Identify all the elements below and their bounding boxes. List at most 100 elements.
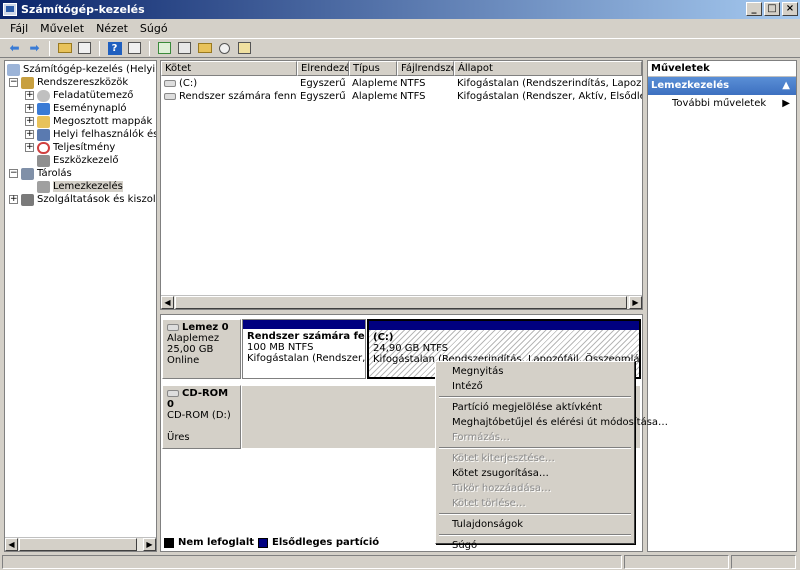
primary-partition-bar xyxy=(243,320,365,329)
ctx-delete-volume: Kötet törlése… xyxy=(452,498,526,509)
scroll-thumb[interactable] xyxy=(19,538,137,551)
console-icon[interactable] xyxy=(126,40,143,56)
expand-icon[interactable]: + xyxy=(9,195,18,204)
menu-view[interactable]: Nézet xyxy=(90,22,134,35)
partition-system-reserved[interactable]: Rendszer számára fennt 100 MB NTFS Kifog… xyxy=(242,319,366,379)
show-hide-tree-icon[interactable] xyxy=(76,40,93,56)
tree-item-shared-folders[interactable]: + Megosztott mappák xyxy=(25,115,152,128)
column-header-volume[interactable]: Kötet xyxy=(161,61,297,76)
ctx-explore[interactable]: Intéző xyxy=(438,379,632,394)
actions-title: Műveletek xyxy=(648,61,796,77)
tree-item-services[interactable]: + Szolgáltatások és kiszolgálói al xyxy=(9,193,156,206)
window-title: Számítógép-kezelés xyxy=(21,3,145,16)
disk-icon xyxy=(167,323,179,331)
users-icon xyxy=(37,128,50,141)
column-header-filesystem[interactable]: Fájlrendszer xyxy=(397,61,454,76)
ctx-properties[interactable]: Tulajdonságok xyxy=(438,517,632,532)
column-header-type[interactable]: Típus xyxy=(349,61,397,76)
search-icon[interactable] xyxy=(216,40,233,56)
tree-item-task-scheduler[interactable]: + Feladatütemező xyxy=(25,89,133,102)
minimize-button[interactable]: _ xyxy=(746,2,762,16)
table-row[interactable]: (C:) Egyszerű Alaplemez NTFS Kifogástala… xyxy=(161,77,642,90)
tree-item-performance[interactable]: + Teljesítmény xyxy=(25,141,115,154)
ctx-format: Formázás… xyxy=(452,432,510,443)
tree-label: Számítógép-kezelés (Helyi) xyxy=(23,64,157,75)
forward-arrow-icon[interactable]: ➡ xyxy=(26,40,43,56)
column-header-layout[interactable]: Elrendezés xyxy=(297,61,349,76)
up-folder-icon[interactable] xyxy=(56,40,73,56)
ctx-open[interactable]: Megnyitás xyxy=(438,364,632,379)
cdrom-icon xyxy=(167,389,179,397)
primary-partition-bar xyxy=(369,321,639,330)
scroll-right-icon[interactable]: ▶ xyxy=(143,538,156,551)
help-icon[interactable]: ? xyxy=(106,40,123,56)
tree-item-local-users[interactable]: + Helyi felhasználók és csop xyxy=(25,128,156,141)
collapse-icon[interactable]: − xyxy=(9,169,18,178)
tree-label: Teljesítmény xyxy=(53,142,116,153)
actions-section-disk-management[interactable]: Lemezkezelés ▲ xyxy=(648,77,796,95)
cell-status: Kifogástalan (Rendszer, Aktív, Elsődlege… xyxy=(457,91,642,102)
back-arrow-icon[interactable]: ⬅ xyxy=(6,40,23,56)
tree-label: Lemezkezelés xyxy=(53,181,123,192)
refresh-icon[interactable] xyxy=(156,40,173,56)
table-row[interactable]: Rendszer számára fenntartott Egyszerű Al… xyxy=(161,90,642,103)
tree-item-event-viewer[interactable]: + Eseménynapló xyxy=(25,102,127,115)
tree-label: Rendszereszközök xyxy=(37,77,129,88)
cell-type: Alaplemez xyxy=(352,78,397,89)
scroll-left-icon[interactable]: ◀ xyxy=(161,296,174,309)
tree-item-system-tools[interactable]: − Rendszereszközök xyxy=(9,76,128,89)
collapse-icon[interactable]: − xyxy=(9,78,18,87)
ctx-change-drive-letter[interactable]: Meghajtóbetűjel és elérési út módosítása… xyxy=(438,415,668,430)
cell-filesystem: NTFS xyxy=(400,78,426,89)
cell-status: Kifogástalan (Rendszerindítás, Lapozófáj… xyxy=(457,78,642,89)
tree-item-device-manager[interactable]: Eszközkezelő xyxy=(37,154,118,167)
legend-swatch-primary xyxy=(258,537,269,548)
tree-label: Megosztott mappák xyxy=(53,116,153,127)
menu-bar: Fájl Művelet Nézet Súgó xyxy=(0,19,800,38)
cell-volume: Rendszer számára fenntartott xyxy=(161,90,297,103)
cell-filesystem: NTFS xyxy=(400,91,426,102)
tree-item-storage[interactable]: − Tárolás xyxy=(9,167,72,180)
toolbar-separator xyxy=(149,40,150,56)
action-more-actions[interactable]: További műveletek ▶ xyxy=(648,95,796,113)
open-folder-icon[interactable] xyxy=(196,40,213,56)
maximize-button[interactable]: □ xyxy=(764,2,780,16)
menu-file[interactable]: Fájl xyxy=(4,22,34,35)
expand-icon[interactable]: + xyxy=(25,104,34,113)
status-cell xyxy=(731,555,796,569)
tree-horizontal-scrollbar[interactable]: ◀ ▶ xyxy=(5,537,156,551)
services-icon xyxy=(21,193,34,206)
ctx-help[interactable]: Súgó xyxy=(438,538,632,553)
expand-icon[interactable]: + xyxy=(25,91,34,100)
cell-layout: Egyszerű xyxy=(300,91,346,102)
scroll-left-icon[interactable]: ◀ xyxy=(5,538,18,551)
menu-action[interactable]: Művelet xyxy=(34,22,90,35)
column-header-status[interactable]: Állapot xyxy=(454,61,642,76)
volume-list: Kötet Elrendezés Típus Fájlrendszer Álla… xyxy=(160,60,643,310)
performance-icon xyxy=(37,141,50,154)
list-horizontal-scrollbar[interactable]: ◀ ▶ xyxy=(161,295,642,309)
tree-label: Szolgáltatások és kiszolgálói al xyxy=(37,194,156,205)
properties-icon[interactable] xyxy=(176,40,193,56)
disk-0-label[interactable]: Lemez 0 Alaplemez 25,00 GB Online xyxy=(162,319,241,379)
scroll-right-icon[interactable]: ▶ xyxy=(629,296,642,309)
context-menu: Megnyitás Intéző Partíció megjelölése ak… xyxy=(435,361,668,551)
scroll-thumb[interactable] xyxy=(175,296,627,309)
menu-help[interactable]: Súgó xyxy=(134,22,174,35)
menu-separator xyxy=(439,534,631,536)
tree-root[interactable]: Számítógép-kezelés (Helyi) xyxy=(7,63,157,76)
event-log-icon xyxy=(37,102,50,115)
console-tree: Számítógép-kezelés (Helyi) − Rendszeresz… xyxy=(4,60,157,552)
tree-item-disk-management[interactable]: Lemezkezelés xyxy=(37,180,123,193)
expand-icon[interactable]: + xyxy=(25,143,34,152)
ctx-shrink-volume[interactable]: Kötet zsugorítása… xyxy=(438,466,632,481)
tree-label: Helyi felhasználók és csop xyxy=(53,129,156,140)
collapse-section-icon[interactable]: ▲ xyxy=(782,77,790,95)
expand-icon[interactable]: + xyxy=(25,117,34,126)
export-icon[interactable] xyxy=(236,40,253,56)
close-button[interactable]: × xyxy=(782,2,798,16)
toolbar: ⬅ ➡ ? xyxy=(0,38,800,58)
expand-icon[interactable]: + xyxy=(25,130,34,139)
cdrom-0-label[interactable]: CD-ROM 0 CD-ROM (D:) Üres xyxy=(162,385,241,449)
ctx-mark-active[interactable]: Partíció megjelölése aktívként xyxy=(438,400,632,415)
